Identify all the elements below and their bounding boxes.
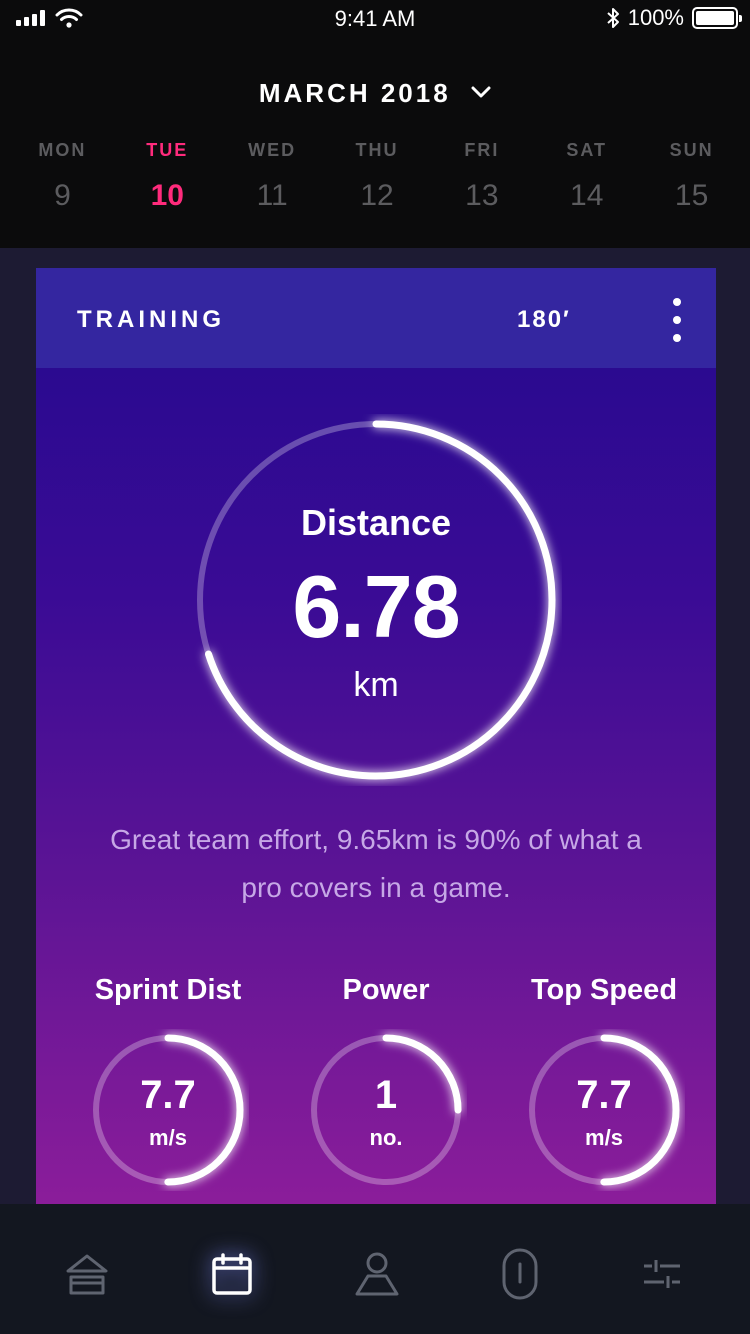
day-sat[interactable]: SAT 14 [534, 140, 639, 213]
day-tue[interactable]: TUE 10 [115, 140, 220, 213]
nav-settings[interactable] [630, 1242, 694, 1306]
chevron-down-icon[interactable] [471, 86, 491, 98]
stat-top-speed: Top Speed 7.7 m/s [494, 974, 714, 1191]
day-number: 10 [150, 179, 184, 212]
summary-message: Great team effort, 9.65km is 90% of what… [110, 824, 642, 903]
day-wed[interactable]: WED 11 [220, 140, 325, 213]
nav-calendar[interactable] [200, 1242, 264, 1306]
status-bar: 9:41 AM 100% [0, 0, 750, 40]
day-sun[interactable]: SUN 15 [639, 140, 744, 213]
day-name: SUN [669, 140, 714, 160]
status-indicators-right: 100% [606, 5, 742, 31]
month-selector[interactable]: MARCH 2018 [0, 78, 750, 109]
week-strip: MON 9 TUE 10 WED 11 THU 12 FRI 13 SAT 14… [10, 140, 744, 213]
stat-unit: m/s [585, 1125, 623, 1150]
profile-icon [355, 1252, 399, 1296]
distance-label: Distance [300, 502, 452, 543]
day-mon[interactable]: MON 9 [10, 140, 115, 213]
stat-power: Power 1 no. [276, 974, 496, 1191]
card-title: TRAINING [77, 306, 225, 333]
bottom-nav [0, 1204, 750, 1334]
tracker-device-icon [502, 1248, 538, 1300]
stat-label: Sprint Dist [94, 974, 242, 1006]
nav-profile[interactable] [345, 1242, 409, 1306]
day-number: 13 [465, 179, 499, 212]
stat-label: Power [342, 974, 430, 1006]
day-thu[interactable]: THU 12 [325, 140, 430, 213]
day-number: 14 [570, 179, 604, 212]
nav-home[interactable] [55, 1242, 119, 1306]
day-name: MON [38, 140, 87, 160]
day-name: FRI [464, 140, 500, 160]
battery-icon [692, 7, 742, 29]
distance-unit: km [353, 666, 399, 704]
day-number: 9 [54, 179, 71, 212]
calendar-header: MARCH 2018 MON 9 TUE 10 WED 11 THU 12 FR… [0, 40, 750, 248]
battery-percent: 100% [627, 5, 684, 30]
home-icon [66, 1254, 108, 1295]
day-fri[interactable]: FRI 13 [429, 140, 534, 213]
day-number: 15 [674, 179, 709, 212]
stat-sprint-dist: Sprint Dist 7.7 m/s [58, 974, 278, 1191]
bluetooth-icon [607, 8, 619, 28]
stat-label: Top Speed [530, 974, 678, 1006]
month-title[interactable]: MARCH 2018 [259, 78, 451, 108]
settings-sliders-icon [644, 1260, 680, 1288]
day-number: 11 [256, 179, 288, 212]
stat-value: 7.7 [140, 1073, 196, 1117]
stat-unit: no. [369, 1125, 403, 1150]
day-name: TUE [146, 140, 189, 160]
calendar-icon [212, 1253, 252, 1295]
day-name: WED [248, 140, 297, 160]
stat-unit: m/s [149, 1125, 187, 1150]
day-name: THU [355, 140, 399, 160]
stat-gauge: 7.7 m/s [523, 1029, 685, 1191]
card-header: TRAINING 180′ [36, 268, 716, 368]
training-card: TRAINING 180′ Distance 6.78 km Great tea… [36, 268, 716, 1204]
stat-gauge: 1 no. [305, 1029, 467, 1191]
stat-value: 1 [374, 1073, 398, 1117]
more-options-icon[interactable] [664, 298, 690, 342]
day-number: 12 [360, 179, 394, 212]
nav-tracker[interactable] [488, 1242, 552, 1306]
battery-level [696, 11, 734, 25]
stat-gauge: 7.7 m/s [87, 1029, 249, 1191]
session-duration: 180′ [517, 306, 571, 333]
day-name: SAT [566, 140, 608, 160]
stat-value: 7.7 [576, 1073, 632, 1117]
distance-value: 6.78 [292, 557, 460, 656]
